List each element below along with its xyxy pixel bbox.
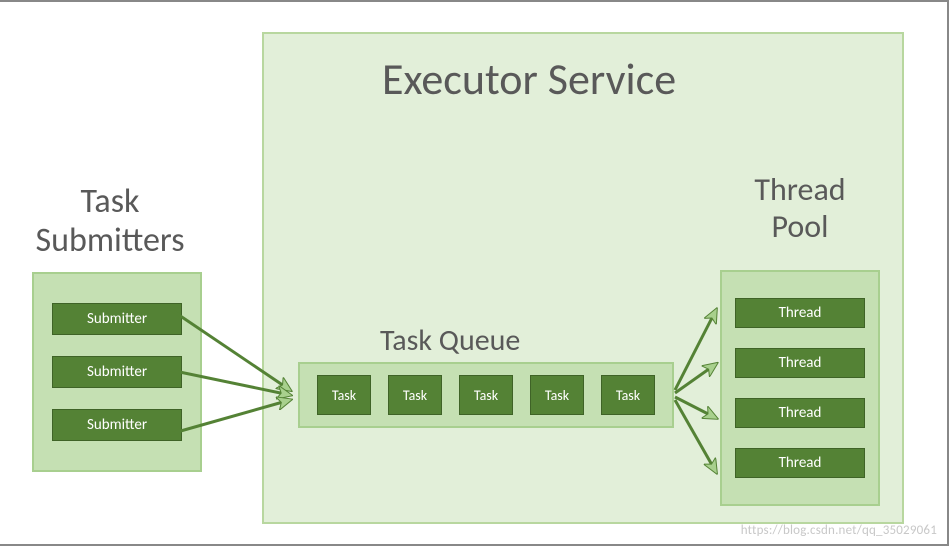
task-box: Task xyxy=(530,375,584,415)
task-box: Task xyxy=(459,375,513,415)
thread-box: Thread xyxy=(735,398,865,428)
thread-box: Thread xyxy=(735,348,865,378)
thread-box: Thread xyxy=(735,448,865,478)
thread-box: Thread xyxy=(735,298,865,328)
task-queue-panel: Task Task Task Task Task xyxy=(298,362,674,428)
executor-service-title: Executor Service xyxy=(382,52,676,106)
task-queue-title: Task Queue xyxy=(380,322,520,359)
submitters-panel: Submitter Submitter Submitter xyxy=(32,272,202,472)
task-box: Task xyxy=(317,375,371,415)
submitter-box: Submitter xyxy=(52,409,182,441)
submitter-box: Submitter xyxy=(52,303,182,335)
task-box: Task xyxy=(601,375,655,415)
thread-pool-panel: Thread Thread Thread Thread xyxy=(720,270,880,506)
task-submitters-title: TaskSubmitters xyxy=(10,182,210,260)
watermark: https://blog.csdn.net/qq_35029061 xyxy=(741,523,937,538)
submitter-box: Submitter xyxy=(52,356,182,388)
task-box: Task xyxy=(388,375,442,415)
thread-pool-title: ThreadPool xyxy=(720,172,880,246)
